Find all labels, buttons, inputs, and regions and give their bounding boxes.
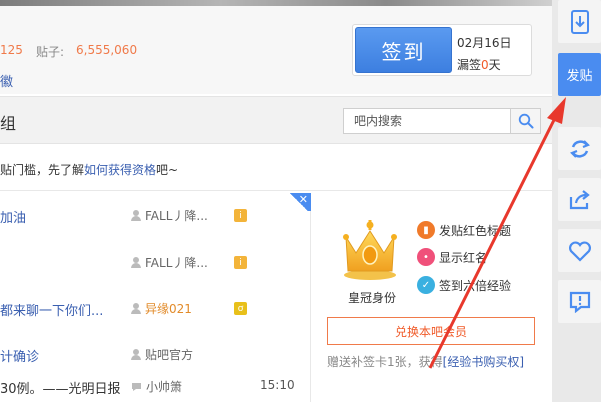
thread-title[interactable]: 加油 xyxy=(0,207,26,226)
thread-row[interactable]: FALL丿降... i xyxy=(0,252,311,274)
perk-red-title: ▮ 发贴红色标题 xyxy=(417,221,511,239)
thread-row[interactable]: 都来聊一下你们... 异缘021 ơ xyxy=(0,298,311,320)
signin-date: 02月16日 xyxy=(457,36,512,50)
member-badge-icon: i xyxy=(234,256,247,269)
perk-sixfold-exp: ✓ 签到六倍经验 xyxy=(417,276,511,294)
exp-book-link[interactable]: [经验书购买权] xyxy=(443,355,524,369)
perk-red-name: • 显示红名 xyxy=(417,248,487,266)
bookmark-icon: ▮ xyxy=(417,221,435,239)
notice-text: 贴门槛，先了解如何获得资格吧~ xyxy=(0,163,179,177)
crown-icon xyxy=(343,220,397,280)
exchange-membership-button[interactable]: 兑换本吧会员 xyxy=(327,317,535,345)
thread-time: 15:10 xyxy=(260,378,295,392)
forum-stats-area: 125 贴子: 6,555,060 徽 签到 02月16日 漏签0天 xyxy=(0,6,552,94)
download-button[interactable] xyxy=(558,0,601,43)
fan-badge-icon: ơ xyxy=(234,302,247,315)
chat-icon: • xyxy=(417,248,435,266)
user-icon xyxy=(131,210,141,221)
favorite-button[interactable] xyxy=(558,229,601,272)
search-button[interactable] xyxy=(511,108,541,134)
user-icon xyxy=(131,303,141,314)
group-title: 组 xyxy=(0,114,17,133)
thread-reply-author[interactable]: 小帅箫 xyxy=(131,378,182,395)
thread-abstract: 30例。——光明日报 xyxy=(0,382,121,397)
share-icon xyxy=(569,189,590,209)
group-header: 组 xyxy=(0,96,552,144)
crown-identity-label: 皇冠身份 xyxy=(348,291,397,305)
member-badge-icon: i xyxy=(234,209,247,222)
comment-icon xyxy=(132,382,141,391)
thread-row[interactable]: 30例。——光明日报 小帅箫 15:10 xyxy=(0,376,311,398)
members-count: 125 xyxy=(0,43,23,57)
user-icon xyxy=(131,257,141,268)
user-icon xyxy=(131,349,141,360)
thread-list: ✕ 加油 FALL丿降... i FALL丿降... i 都来聊一下你们... … xyxy=(0,193,311,402)
signin-missed: 漏签0天 xyxy=(457,58,501,72)
thread-row[interactable]: 加油 FALL丿降... i xyxy=(0,205,311,227)
refresh-icon xyxy=(569,139,590,158)
thread-author[interactable]: 贴吧官方 xyxy=(131,346,193,363)
thread-author[interactable]: 异缘021 xyxy=(131,300,192,317)
report-button[interactable] xyxy=(558,280,601,323)
forum-search-input[interactable] xyxy=(343,108,511,134)
favorite-icon xyxy=(568,241,591,262)
download-icon xyxy=(570,9,589,34)
thread-author[interactable]: FALL丿降... xyxy=(131,207,208,224)
badge-link[interactable]: 徽 xyxy=(0,71,13,90)
signin-perk-icon: ✓ xyxy=(417,276,435,294)
thread-row[interactable]: 计确诊 贴吧官方 xyxy=(0,344,311,366)
report-icon xyxy=(569,291,590,313)
thread-author[interactable]: FALL丿降... xyxy=(131,254,208,271)
share-button[interactable] xyxy=(558,178,601,221)
posts-label: 贴子: xyxy=(36,45,65,59)
qualification-link[interactable]: 如何获得资格 xyxy=(84,163,156,177)
signin-box: 签到 02月16日 漏签0天 xyxy=(352,24,532,76)
tieba-page: 125 贴子: 6,555,060 徽 签到 02月16日 漏签0天 组 贴门槛… xyxy=(0,0,601,402)
member-panel: 皇冠身份 ▮ 发贴红色标题 • 显示红名 ✓ 签到六倍经验 兑换本吧会员 赠送补… xyxy=(312,193,552,373)
gift-text: 赠送补签卡1张，获得[经验书购买权] xyxy=(327,355,525,369)
posts-count: 6,555,060 xyxy=(76,43,138,57)
post-button[interactable]: 发贴 xyxy=(558,53,601,96)
refresh-button[interactable] xyxy=(558,127,601,170)
posting-notice: 贴门槛，先了解如何获得资格吧~ xyxy=(0,145,552,191)
search-icon xyxy=(518,113,533,129)
right-toolbar: 发贴 xyxy=(552,0,601,402)
thread-title[interactable]: 都来聊一下你们... xyxy=(0,300,103,319)
thread-title[interactable]: 计确诊 xyxy=(0,346,39,365)
signin-button[interactable]: 签到 xyxy=(355,27,452,73)
